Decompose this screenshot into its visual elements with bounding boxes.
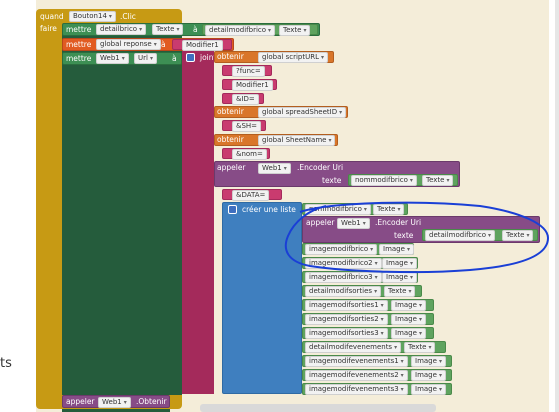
annotation-scribble (284, 201, 550, 274)
